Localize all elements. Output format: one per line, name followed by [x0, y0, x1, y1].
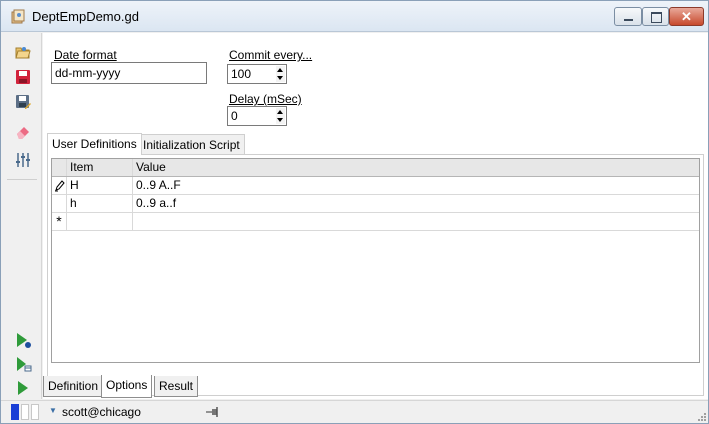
run-step-icon[interactable]	[14, 331, 32, 349]
new-row-asterisk-icon: *	[52, 213, 67, 230]
run-to-table-icon[interactable]	[14, 355, 32, 373]
tab-options[interactable]: Options	[101, 375, 153, 398]
options-panel: Date format Commit every... Delay (mSec)…	[43, 33, 708, 399]
delay-spin-buttons[interactable]	[276, 108, 285, 124]
left-toolbar	[1, 33, 42, 399]
user-definitions-panel: Item Value H 0..9 A..F h 0..9 a..f *	[47, 154, 704, 396]
delay-input[interactable]	[228, 107, 274, 125]
cell-item[interactable]: h	[67, 195, 133, 212]
maximize-button[interactable]	[642, 7, 669, 26]
cell-item[interactable]	[67, 213, 133, 230]
cell-value[interactable]	[133, 213, 699, 230]
status-bar: ▼ scott@chicago	[1, 400, 708, 423]
column-header-value[interactable]: Value	[133, 159, 699, 176]
spin-down-icon[interactable]	[276, 74, 285, 82]
status-indicator	[11, 404, 41, 420]
spin-up-icon[interactable]	[276, 66, 285, 74]
main-window: DeptEmpDemo.gd ✕ Date format dd-mm-yyyy …	[0, 0, 709, 424]
cell-value[interactable]: 0..9 A..F	[133, 177, 699, 194]
commit-every-spinner[interactable]	[227, 64, 287, 84]
close-icon: ✕	[681, 9, 692, 24]
close-button[interactable]: ✕	[669, 7, 704, 26]
definitions-grid: Item Value H 0..9 A..F h 0..9 a..f *	[51, 158, 700, 363]
save-as-icon[interactable]	[14, 93, 32, 111]
commit-every-input[interactable]	[228, 65, 274, 83]
cell-value[interactable]: 0..9 a..f	[133, 195, 699, 212]
commit-spin-buttons[interactable]	[276, 66, 285, 82]
document-icon	[11, 9, 25, 24]
spin-down-icon[interactable]	[276, 116, 285, 124]
row-indicator-header	[52, 159, 67, 176]
connection-label[interactable]: scott@chicago	[62, 405, 141, 419]
window-title: DeptEmpDemo.gd	[32, 9, 139, 24]
tab-initialization-script[interactable]: Initialization Script	[138, 134, 245, 155]
delay-spinner[interactable]	[227, 106, 287, 126]
commit-every-label: Commit every...	[229, 48, 313, 62]
settings-sliders-icon[interactable]	[14, 151, 32, 169]
table-row[interactable]: h 0..9 a..f	[52, 195, 699, 213]
minimize-button[interactable]	[614, 7, 642, 26]
tab-definition[interactable]: Definition	[43, 376, 104, 397]
tab-user-definitions[interactable]: User Definitions	[47, 133, 142, 155]
resize-grip-icon[interactable]	[696, 411, 706, 421]
edit-pencil-icon	[52, 177, 67, 194]
new-row[interactable]: *	[52, 213, 699, 231]
toolbar-separator	[7, 179, 37, 180]
grid-header-row: Item Value	[52, 159, 699, 177]
row-indicator	[52, 195, 67, 212]
table-row[interactable]: H 0..9 A..F	[52, 177, 699, 195]
save-icon[interactable]	[14, 68, 32, 86]
date-format-label: Date format	[54, 48, 117, 62]
spin-up-icon[interactable]	[276, 108, 285, 116]
column-header-item[interactable]: Item	[67, 159, 133, 176]
delay-label: Delay (mSec)	[229, 92, 302, 106]
pin-icon[interactable]	[206, 406, 220, 418]
cell-item[interactable]: H	[67, 177, 133, 194]
date-format-input[interactable]	[51, 62, 207, 84]
run-icon[interactable]	[14, 379, 32, 397]
open-folder-icon[interactable]	[14, 43, 32, 61]
tab-result[interactable]: Result	[154, 376, 199, 397]
eraser-icon[interactable]	[14, 123, 32, 141]
dropdown-arrow-icon[interactable]: ▼	[49, 406, 57, 415]
title-bar: DeptEmpDemo.gd ✕	[1, 1, 708, 32]
